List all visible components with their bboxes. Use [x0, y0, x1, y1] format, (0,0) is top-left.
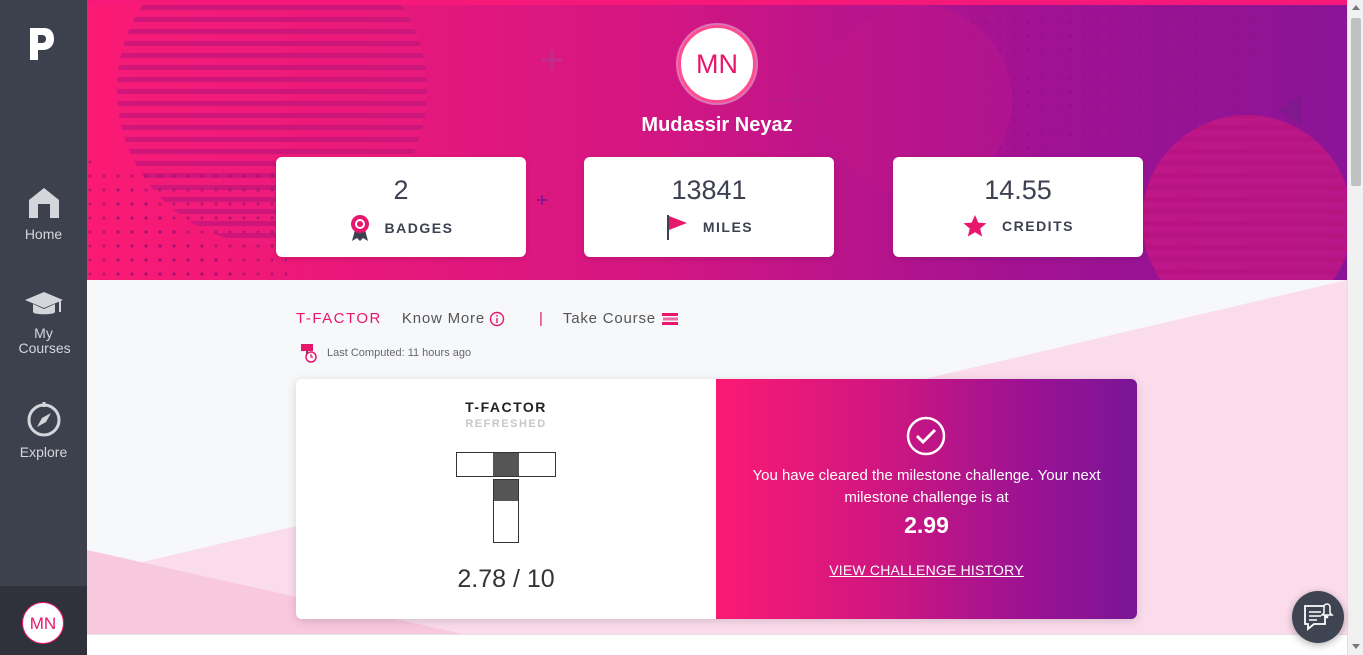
- flag-icon: [666, 215, 687, 240]
- stat-value: 2: [393, 175, 409, 205]
- graduation-cap-icon: [24, 292, 63, 315]
- take-course-link[interactable]: Take Course: [563, 310, 679, 327]
- tfactor-heading: T-FACTOR: [296, 310, 382, 327]
- scroll-down-arrow-icon[interactable]: [1352, 644, 1360, 649]
- info-icon: [489, 311, 505, 326]
- check-circle-icon: [906, 416, 946, 456]
- next-section-edge: [87, 634, 1347, 655]
- sidebar-item-my-courses[interactable]: My Courses: [0, 290, 87, 356]
- tfactor-score-panel: T-FACTOR REFRESHED 2.78 / 10: [296, 379, 716, 619]
- separator: |: [538, 310, 543, 327]
- books-icon: [661, 312, 678, 325]
- take-course-label: Take Course: [562, 310, 656, 327]
- compass-icon: [27, 402, 60, 437]
- sidebar-item-label: My Courses: [18, 325, 71, 356]
- tfactor-card: T-FACTOR REFRESHED 2.78 / 10 You have cl…: [296, 379, 1137, 619]
- profile-avatar[interactable]: MN: [678, 25, 756, 103]
- last-computed: Last Computed: 11 hours ago: [300, 343, 471, 363]
- logo-icon[interactable]: [28, 26, 56, 62]
- stat-card-miles[interactable]: 13841 MILES: [584, 157, 834, 257]
- stat-label: CREDITS: [1002, 218, 1074, 234]
- chat-bell-icon: [1304, 603, 1334, 631]
- milestone-panel: You have cleared the milestone challenge…: [716, 379, 1137, 619]
- stat-label: MILES: [702, 219, 754, 235]
- next-milestone-value: 2.99: [904, 512, 949, 538]
- badge-ribbon-icon: [350, 215, 369, 241]
- stat-card-badges[interactable]: 2 BADGES: [276, 157, 526, 257]
- sidebar-item-label: Explore: [19, 444, 68, 460]
- main-content: T-FACTOR Know More | Take Course Last Co…: [87, 280, 1347, 635]
- profile-name: Mudassir Neyaz: [641, 114, 793, 136]
- stat-card-credits[interactable]: 14.55 CREDITS: [893, 157, 1143, 257]
- milestone-message: You have cleared the milestone challenge…: [752, 467, 1101, 506]
- home-icon: [28, 188, 59, 218]
- vertical-scrollbar[interactable]: [1347, 0, 1363, 655]
- stat-label: BADGES: [384, 220, 454, 236]
- know-more-label: Know More: [401, 310, 485, 327]
- tfactor-score: 2.78 / 10: [457, 565, 555, 593]
- last-computed-text: Last Computed: 11 hours ago: [327, 347, 472, 359]
- chat-support-button[interactable]: [1292, 591, 1344, 643]
- sidebar-item-label: Home: [24, 226, 63, 242]
- stat-value: 14.55: [984, 175, 1052, 205]
- stat-value: 13841: [671, 175, 747, 205]
- tfactor-toolbar: T-FACTOR Know More | Take Course: [296, 310, 679, 327]
- t-shape-icon: [456, 452, 556, 543]
- avatar[interactable]: MN: [22, 602, 64, 644]
- sidebar-profile: MN: [0, 586, 87, 655]
- star-icon: [963, 215, 987, 237]
- sidebar: Home My Courses Explore MN: [0, 0, 87, 655]
- card-title: T-FACTOR: [465, 399, 547, 415]
- scroll-thumb[interactable]: [1351, 18, 1361, 186]
- scroll-up-arrow-icon[interactable]: [1352, 5, 1360, 10]
- sidebar-item-home[interactable]: Home: [0, 186, 87, 242]
- trophy-clock-icon: [301, 344, 317, 363]
- profile-hero: MN Mudassir Neyaz 2 BADGES 13841 MILES 1…: [87, 5, 1347, 280]
- know-more-link[interactable]: Know More: [402, 310, 505, 327]
- view-challenge-history-link[interactable]: VIEW CHALLENGE HISTORY: [716, 562, 1137, 578]
- sidebar-item-explore[interactable]: Explore: [0, 402, 87, 460]
- card-subtitle: REFRESHED: [465, 418, 547, 430]
